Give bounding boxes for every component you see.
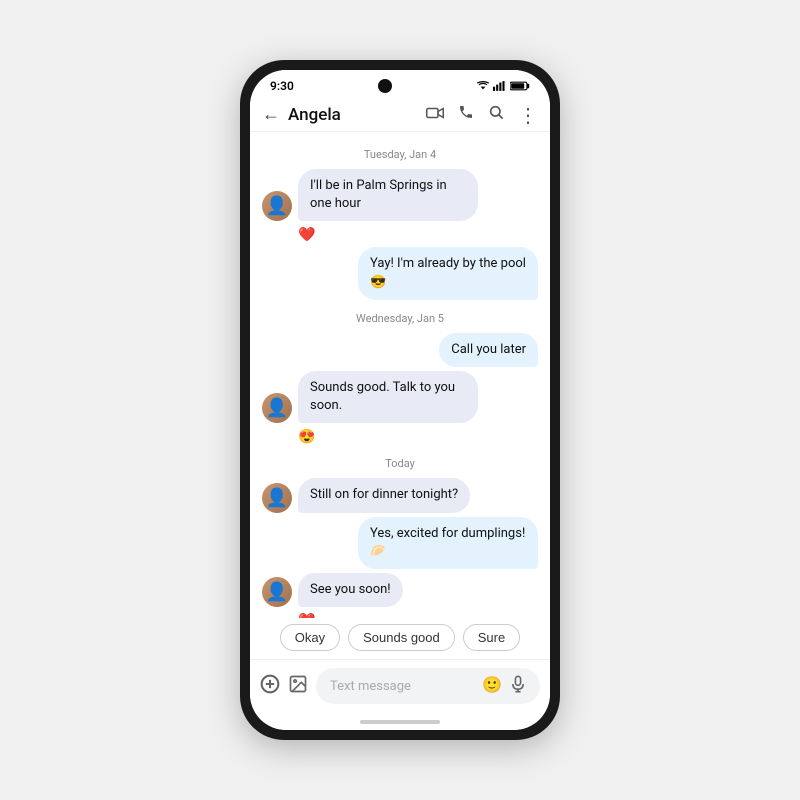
chat-header: ← Angela xyxy=(250,98,550,132)
status-bar: 9:30 xyxy=(250,70,550,98)
home-bar xyxy=(360,720,440,724)
battery-icon xyxy=(510,81,530,91)
phone-shell: 9:30 xyxy=(240,60,560,740)
attach-icon[interactable] xyxy=(288,674,308,698)
table-row: See you soon! xyxy=(262,573,538,607)
back-button[interactable]: ← xyxy=(262,104,280,125)
bubble-sent: Yes, excited for dumplings! 🥟 xyxy=(358,517,538,569)
emoji-icon[interactable]: 🙂 xyxy=(482,675,502,697)
microphone-icon[interactable] xyxy=(510,675,526,697)
status-time: 9:30 xyxy=(270,79,294,93)
bubble-sent: Call you later xyxy=(439,333,538,367)
status-icons xyxy=(476,81,530,91)
more-options-icon[interactable]: ⋮ xyxy=(518,105,538,125)
reaction-heart2: 😍 xyxy=(262,429,538,445)
input-right-icons: 🙂 xyxy=(482,675,526,697)
text-message-input[interactable]: Text message 🙂 xyxy=(316,668,540,704)
bubble-sent: Yay! I'm already by the pool 😎 xyxy=(358,247,538,299)
date-divider-today: Today xyxy=(262,457,538,470)
search-icon[interactable] xyxy=(488,104,504,125)
contact-name: Angela xyxy=(288,105,418,125)
avatar xyxy=(262,577,292,607)
bubble-received: I'll be in Palm Springs in one hour xyxy=(298,169,478,221)
table-row: I'll be in Palm Springs in one hour xyxy=(262,169,538,221)
smart-reply-okay[interactable]: Okay xyxy=(280,624,340,651)
date-divider-wed: Wednesday, Jan 5 xyxy=(262,312,538,325)
table-row: Sounds good. Talk to you soon. xyxy=(262,371,538,423)
smart-reply-sounds-good[interactable]: Sounds good xyxy=(348,624,455,651)
table-row: Call you later xyxy=(262,333,538,367)
bubble-received: Still on for dinner tonight? xyxy=(298,478,470,512)
home-indicator xyxy=(250,714,550,730)
input-placeholder: Text message xyxy=(330,679,411,694)
avatar xyxy=(262,483,292,513)
table-row: Yes, excited for dumplings! 🥟 xyxy=(262,517,538,569)
phone-screen: 9:30 xyxy=(250,70,550,730)
table-row: Yay! I'm already by the pool 😎 xyxy=(262,247,538,299)
bubble-received: See you soon! xyxy=(298,573,403,607)
signal-icon xyxy=(493,81,507,91)
avatar xyxy=(262,393,292,423)
wifi-icon xyxy=(476,81,490,91)
add-icon[interactable] xyxy=(260,674,280,699)
input-bar: Text message 🙂 xyxy=(250,659,550,714)
table-row: Still on for dinner tonight? xyxy=(262,478,538,512)
video-call-icon[interactable] xyxy=(426,104,444,125)
smart-reply-sure[interactable]: Sure xyxy=(463,624,520,651)
bubble-received: Sounds good. Talk to you soon. xyxy=(298,371,478,423)
messages-area: Tuesday, Jan 4 I'll be in Palm Springs i… xyxy=(250,132,550,618)
date-divider-tue: Tuesday, Jan 4 xyxy=(262,148,538,161)
input-icons-left xyxy=(260,674,308,699)
avatar xyxy=(262,191,292,221)
camera-notch xyxy=(378,79,392,93)
header-icons: ⋮ xyxy=(426,104,538,125)
smart-replies: Okay Sounds good Sure xyxy=(250,618,550,659)
reaction-heart1: ❤️ xyxy=(262,227,538,243)
phone-call-icon[interactable] xyxy=(458,104,474,125)
